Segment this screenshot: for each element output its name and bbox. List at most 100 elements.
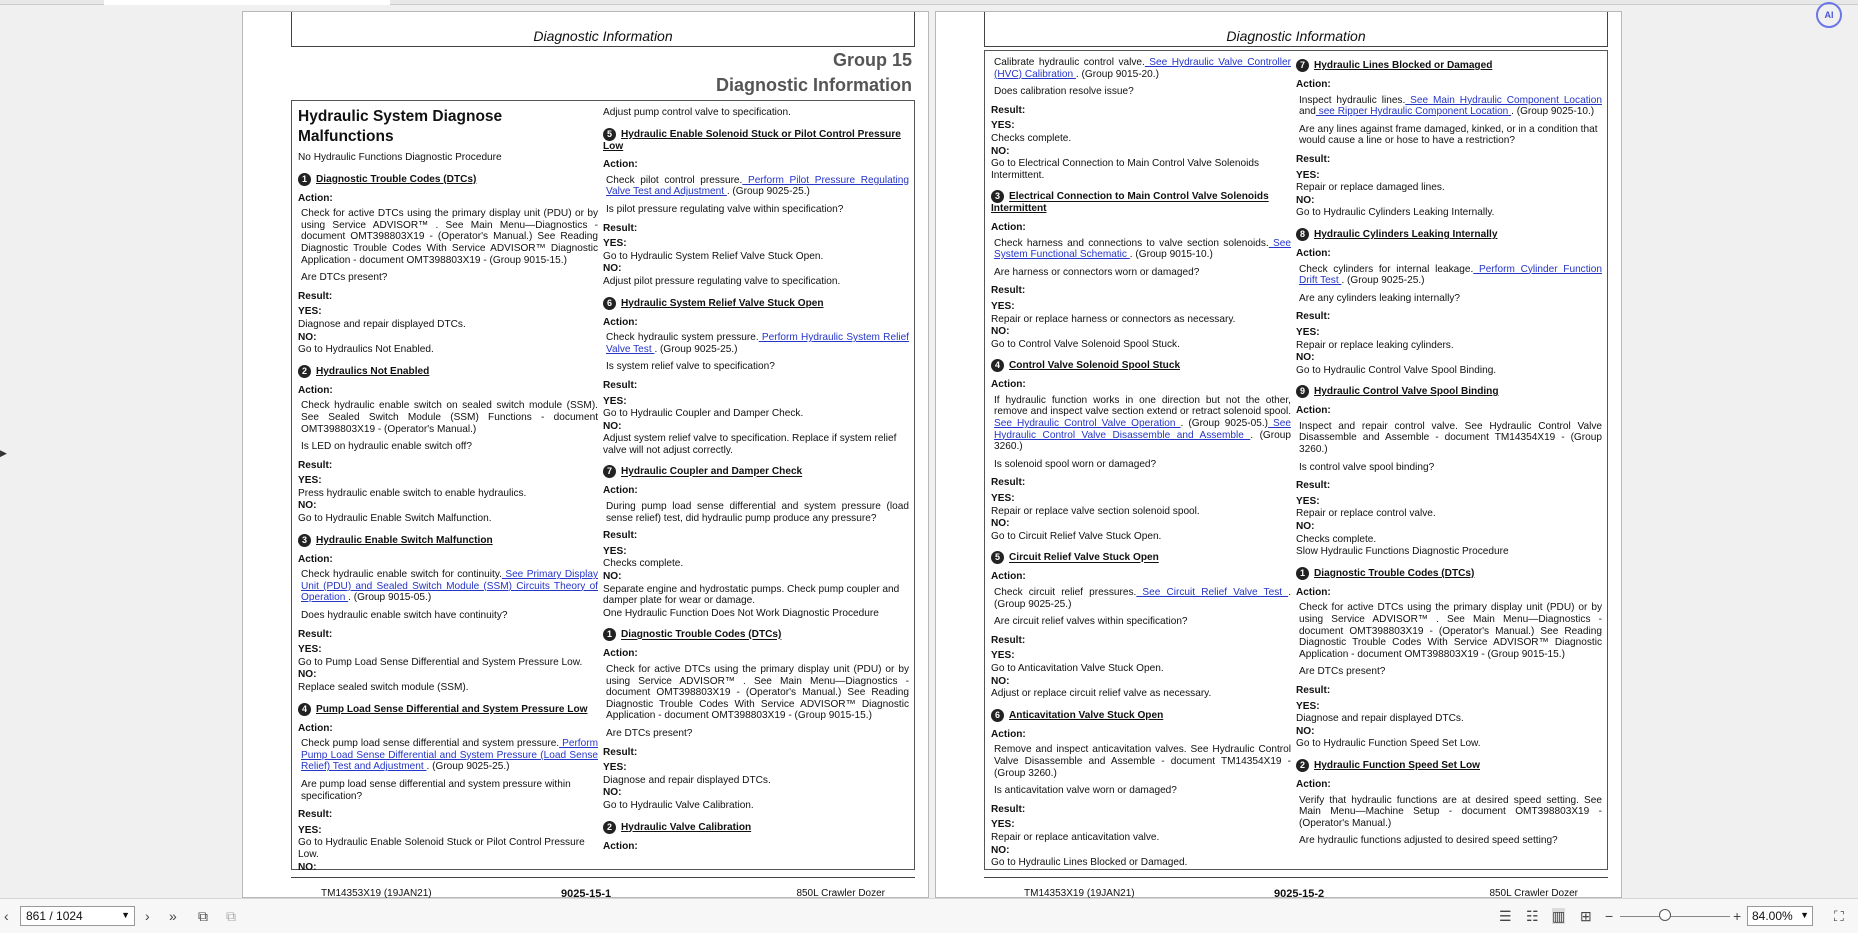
result-label: Result: <box>298 459 333 471</box>
chevron-down-icon: ▼ <box>1800 910 1809 920</box>
action-label: Action: <box>298 192 333 204</box>
link-control-valve-operation[interactable]: See Hydraulic Control Valve Operation <box>994 418 1181 429</box>
question-text: Is LED on hydraulic enable switch off? <box>301 441 472 453</box>
action-label: Action: <box>1296 586 1331 598</box>
result-label: Result: <box>1296 153 1331 165</box>
thumbnails-icon[interactable]: ⧉ <box>198 908 208 924</box>
left-panel-toggle-icon[interactable]: ▶ <box>0 448 7 459</box>
no-label: NO: <box>1296 725 1315 737</box>
no-text: Replace sealed switch module (SSM). <box>298 682 469 693</box>
action-label: Action: <box>991 379 1026 391</box>
procedure-title: No Hydraulic Functions Diagnostic Proced… <box>298 152 502 163</box>
step-number-icon: 1 <box>1296 566 1309 580</box>
question-text: Is control valve spool binding? <box>1299 461 1435 473</box>
question-text: Does hydraulic enable switch have contin… <box>301 610 508 622</box>
step-heading: 3 Hydraulic Enable Switch Malfunction <box>298 533 598 547</box>
prev-page-icon[interactable]: ‹ <box>4 908 9 924</box>
yes-text: Repair or replace anticavitation valve. <box>991 831 1160 843</box>
result-label: Result: <box>991 477 1026 489</box>
bottom-toolbar: ‹ 861 / 1024 ▼ › » ⧉ ⧉ ☰ ☷ ▥ ⊞ − + 84.00%… <box>0 898 1858 933</box>
next-page-icon[interactable]: › <box>145 908 150 924</box>
link-ripper-hydraulic-location[interactable]: see Ripper Hydraulic Component Location <box>1316 106 1511 117</box>
question-text: Are DTCs present? <box>606 727 693 739</box>
grid-icon[interactable]: ⊞ <box>1580 908 1592 924</box>
no-label: NO: <box>991 844 1010 856</box>
step-heading: 8 Hydraulic Cylinders Leaking Internally <box>1296 227 1602 241</box>
zoom-select[interactable]: 84.00% ▼ <box>1747 906 1813 926</box>
action-label: Action: <box>1296 247 1331 259</box>
yes-text: Checks complete. <box>991 132 1072 144</box>
step-number-icon: 7 <box>603 465 616 479</box>
no-text: Adjust pilot pressure regulating valve t… <box>603 275 841 287</box>
no-label: NO: <box>298 500 317 512</box>
column-left: Hydraulic System Diagnose Malfunctions N… <box>298 107 598 874</box>
no-text: Separate engine and hydrostatic pumps. C… <box>603 583 900 607</box>
no-text: Adjust system relief valve to specificat… <box>603 433 897 456</box>
result-label: Result: <box>1296 480 1331 492</box>
zoom-in-icon[interactable]: + <box>1733 908 1741 924</box>
no-text: Go to Hydraulic Cylinders Leaking Intern… <box>1296 207 1495 219</box>
column-left: Calibrate hydraulic control valve. See H… <box>991 57 1291 870</box>
yes-label: YES: <box>991 120 1015 132</box>
ai-assistant-icon[interactable]: AI <box>1816 2 1842 28</box>
action-text: Check cylinders for internal leakage. Pe… <box>1299 263 1603 287</box>
continuous-icon[interactable]: ☷ <box>1526 908 1539 924</box>
single-page-icon[interactable]: ☰ <box>1499 908 1512 924</box>
no-text: Go to Hydraulics Not Enabled. <box>298 344 434 356</box>
link-circuit-relief-test[interactable]: See Circuit Relief Valve Test <box>1136 587 1288 598</box>
action-text: Inspect and repair control valve. See Hy… <box>1299 420 1602 456</box>
action-label: Action: <box>1296 778 1331 790</box>
step-number-icon: 6 <box>991 708 1004 722</box>
active-tab[interactable] <box>104 0 390 5</box>
document-viewport[interactable]: AI ▶ Diagnostic Information Group 15 Dia… <box>0 0 1858 900</box>
result-label: Result: <box>1296 311 1331 323</box>
yes-text: Repair or replace control valve. <box>1296 508 1436 520</box>
action-text: Check for active DTCs using the primary … <box>606 664 909 722</box>
yes-label: YES: <box>603 238 627 250</box>
result-label: Result: <box>603 530 638 542</box>
yes-text: Diagnose and repair displayed DTCs. <box>1296 713 1464 725</box>
step-heading: 1 Diagnostic Trouble Codes (DTCs) <box>298 172 598 186</box>
step-heading: 1 Diagnostic Trouble Codes (DTCs) <box>1296 566 1602 580</box>
result-label: Result: <box>991 803 1026 815</box>
step-number-icon: 2 <box>1296 758 1309 772</box>
no-label: NO: <box>991 675 1010 687</box>
step-number-icon: 7 <box>1296 59 1309 72</box>
fullscreen-icon[interactable]: ⛶ <box>1834 908 1844 924</box>
link-main-hydraulic-location[interactable]: See Main Hydraulic Component Location <box>1405 95 1602 106</box>
question-text: Is pilot pressure regulating valve withi… <box>606 203 844 215</box>
yes-text: Diagnose and repair displayed DTCs. <box>603 774 771 786</box>
yes-label: YES: <box>298 824 322 836</box>
no-text: Go to Electrical Connection to Main Cont… <box>991 158 1259 181</box>
last-page-icon[interactable]: » <box>169 908 177 924</box>
document-page-1: Diagnostic Information Group 15 Diagnost… <box>242 11 929 900</box>
step-number-icon: 8 <box>1296 227 1309 241</box>
page-content: Calibrate hydraulic control valve. See H… <box>984 50 1608 870</box>
result-label: Result: <box>298 809 333 821</box>
yes-text: Checks complete. <box>603 558 684 570</box>
yes-label: YES: <box>991 493 1015 505</box>
page-number-select[interactable]: 861 / 1024 ▼ <box>20 906 135 926</box>
yes-label: YES: <box>298 644 322 656</box>
zoom-out-icon[interactable]: − <box>1605 908 1613 924</box>
column-right: Adjust pump control valve to specificati… <box>603 107 909 856</box>
step-heading: 6 Hydraulic System Relief Valve Stuck Ope… <box>603 296 909 310</box>
yes-text: Repair or replace valve section solenoid… <box>991 505 1200 517</box>
no-label: NO: <box>603 263 622 275</box>
no-label: NO: <box>1296 352 1315 364</box>
step-heading: 9 Hydraulic Control Valve Spool Binding <box>1296 385 1602 399</box>
no-text: Go to Hydraulic Enable Switch Malfunctio… <box>298 513 492 525</box>
column-right: 7 Hydraulic Lines Blocked or Damaged Acti… <box>1296 57 1602 854</box>
zoom-slider[interactable] <box>1620 916 1730 917</box>
action-text: Check circuit relief pressures. See Circ… <box>994 587 1291 610</box>
rotate-icon[interactable]: ⧉ <box>226 908 236 924</box>
action-label: Action: <box>603 648 638 660</box>
yes-text: Go to Hydraulic System Relief Valve Stuc… <box>603 250 824 262</box>
two-page-icon[interactable]: ▥ <box>1552 908 1566 924</box>
section-heading: Hydraulic System Diagnose Malfunctions <box>298 108 503 145</box>
no-text: Go to Circuit Relief Valve Stuck Open. <box>991 530 1162 542</box>
yes-label: YES: <box>1296 326 1320 338</box>
action-label: Action: <box>991 221 1026 233</box>
zoom-slider-handle[interactable] <box>1659 909 1671 921</box>
result-label: Result: <box>991 104 1026 116</box>
